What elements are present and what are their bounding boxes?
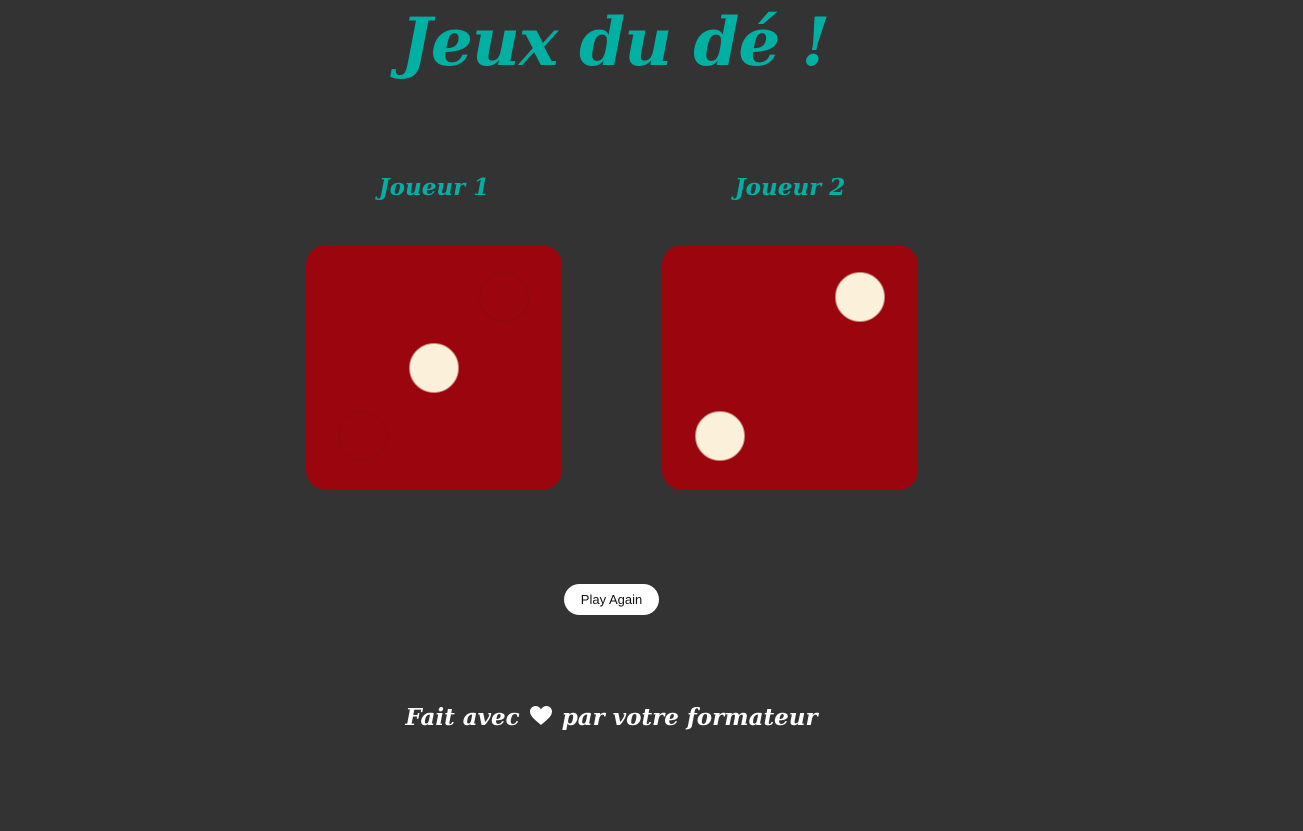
die-pip: [835, 272, 885, 322]
footer-text-before: Fait avec: [405, 704, 520, 731]
player-1-die: [306, 245, 562, 490]
page-title: Jeux du dé !: [400, 3, 831, 81]
die-pip-inactive: [479, 272, 529, 322]
play-again-button[interactable]: Play Again: [564, 584, 659, 615]
die-pip-inactive: [338, 411, 388, 461]
footer-text-after: par votre formateur: [561, 704, 818, 731]
die-pip: [409, 343, 459, 393]
die-pip: [695, 411, 745, 461]
player-2-label: Joueur 2: [734, 174, 846, 201]
footer-credit: Fait avec par votre formateur: [0, 700, 1223, 737]
heart-icon: [529, 701, 552, 737]
player-2-die: [662, 245, 918, 490]
player-1-label: Joueur 1: [378, 174, 490, 201]
